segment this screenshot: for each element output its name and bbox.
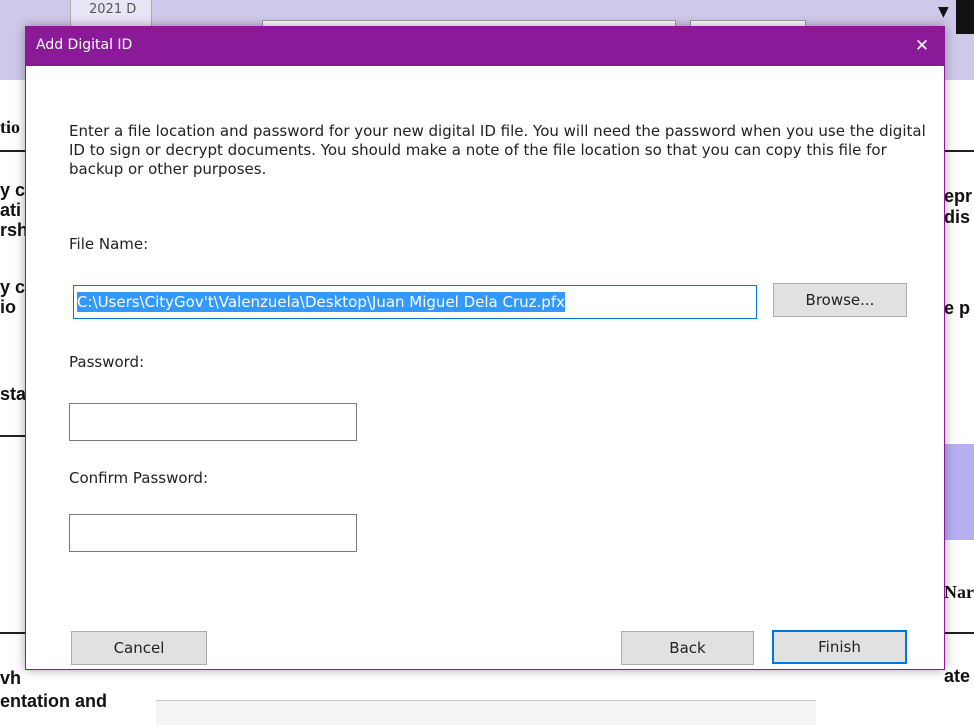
background-text: y c — [0, 180, 26, 200]
background-text: io — [0, 297, 16, 317]
close-button[interactable]: ✕ — [900, 27, 944, 66]
background-text: tio — [0, 117, 20, 137]
confirm-password-label: Confirm Password: — [69, 469, 209, 487]
background-black-block — [956, 0, 974, 34]
background-text: epr — [944, 186, 973, 206]
screen: 2021 D ▼ tio y c ati rsh y c io sta vh e… — [0, 0, 974, 725]
file-name-input[interactable]: C:\Users\CityGov't\Valenzuela\Desktop\Ju… — [73, 285, 757, 319]
background-bottom-panel — [156, 700, 816, 725]
confirm-password-input[interactable] — [69, 514, 357, 552]
background-text: dis — [944, 207, 971, 227]
browse-button[interactable]: Browse... — [773, 283, 907, 317]
background-text: vh — [0, 668, 22, 688]
dropdown-arrow-icon[interactable]: ▼ — [938, 4, 949, 20]
back-button[interactable]: Back — [621, 631, 754, 665]
file-name-label: File Name: — [69, 235, 149, 253]
background-text: ati — [0, 200, 22, 220]
background-text: sta — [0, 384, 27, 404]
background-text: e p — [944, 298, 971, 318]
add-digital-id-dialog: Add Digital ID ✕ Enter a file location a… — [25, 26, 945, 670]
background-text: ate — [944, 666, 971, 686]
background-tab-label: 2021 D — [89, 2, 137, 17]
background-text: rsh — [0, 220, 29, 240]
background-text: entation and — [0, 691, 107, 711]
background-text: Nar — [944, 582, 974, 602]
password-input[interactable] — [69, 403, 357, 441]
background-panel — [944, 444, 974, 540]
close-icon: ✕ — [914, 36, 930, 56]
background-divider — [944, 632, 974, 634]
file-name-value: C:\Users\CityGov't\Valenzuela\Desktop\Ju… — [77, 292, 565, 312]
finish-button[interactable]: Finish — [772, 630, 907, 664]
cancel-button[interactable]: Cancel — [71, 631, 207, 665]
password-label: Password: — [69, 353, 145, 371]
background-text: y c — [0, 277, 26, 297]
instructions-text: Enter a file location and password for y… — [69, 122, 926, 178]
dialog-title-bar[interactable]: Add Digital ID ✕ — [26, 27, 944, 66]
background-divider — [944, 150, 974, 152]
dialog-title: Add Digital ID — [36, 37, 133, 53]
